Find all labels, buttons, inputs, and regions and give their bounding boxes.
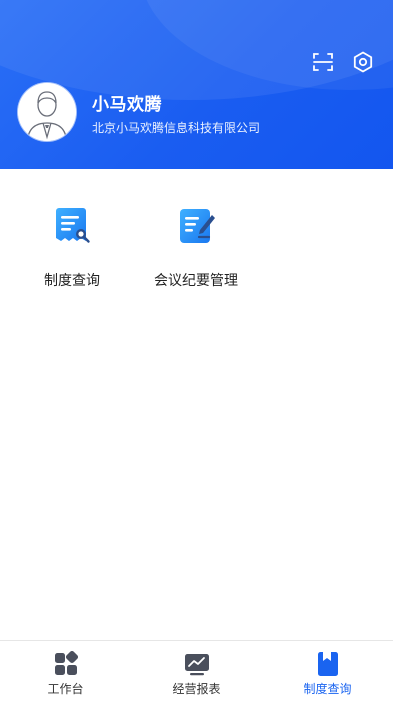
- bookmark-icon: [315, 651, 341, 677]
- document-search-icon: [53, 206, 93, 246]
- scan-icon[interactable]: [311, 50, 335, 74]
- tab-business-report-label: 经营报表: [172, 682, 221, 696]
- settings-icon[interactable]: [351, 50, 375, 74]
- tab-policy-query[interactable]: 制度查询: [262, 641, 393, 701]
- bottom-tab-bar: 工作台 经营报表 制度查询: [0, 640, 393, 701]
- policy-query-entry[interactable]: 制度查询: [17, 200, 127, 300]
- tab-workbench[interactable]: 工作台: [0, 641, 131, 701]
- tab-policy-query-label: 制度查询: [303, 682, 352, 696]
- tab-workbench-label: 工作台: [47, 682, 84, 696]
- chart-report-icon: [184, 651, 210, 677]
- user-name: 小马欢腾: [92, 95, 162, 115]
- note-edit-icon: [177, 206, 217, 246]
- meeting-minutes-label: 会议纪要管理: [154, 273, 238, 289]
- workbench-icon: [53, 650, 79, 677]
- avatar[interactable]: [18, 83, 76, 141]
- meeting-minutes-entry[interactable]: 会议纪要管理: [141, 200, 251, 300]
- profile-header: 小马欢腾 北京小马欢腾信息科技有限公司: [0, 0, 393, 169]
- tab-business-report[interactable]: 经营报表: [131, 641, 262, 701]
- company-name: 北京小马欢腾信息科技有限公司: [92, 121, 261, 135]
- policy-query-label: 制度查询: [44, 273, 100, 289]
